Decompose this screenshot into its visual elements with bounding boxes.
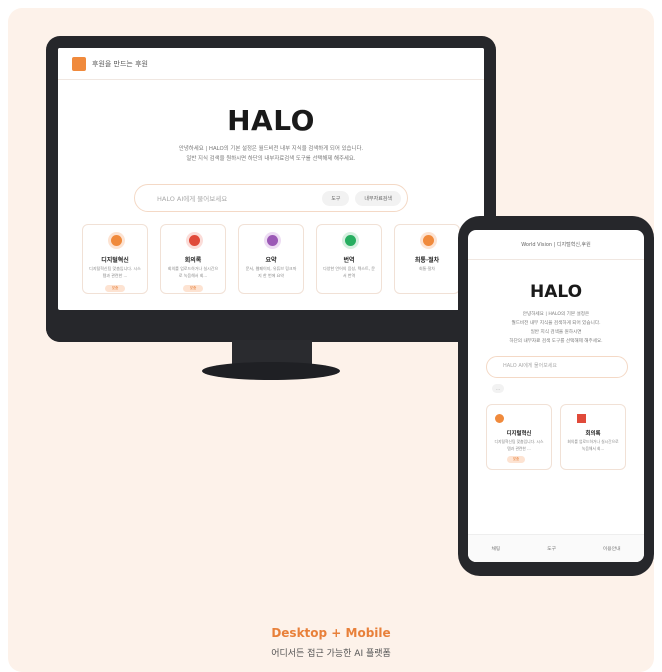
page-title: HALO bbox=[227, 104, 315, 137]
mobile-page-title: HALO bbox=[529, 282, 583, 302]
translation-icon bbox=[345, 235, 356, 246]
search-placeholder: HALO AI에게 물어보세요 bbox=[157, 195, 228, 203]
card-procedures[interactable]: 최통·절차 회통·절차 bbox=[394, 224, 460, 294]
desktop-monitor: 후원을 만드는 후원 HALO 안녕하세요 | HALO의 기본 설정은 월드비… bbox=[46, 36, 496, 342]
card-desc: 디지털혁신팀 맞춤입니다. 시스템과 관련한 ... bbox=[494, 439, 544, 451]
card-desc: 회통·절차 bbox=[419, 266, 435, 271]
mobile-card-meeting-notes[interactable]: 회의록 회의를 업로드하거나 실시간으로 녹음해서 회... bbox=[560, 404, 626, 470]
brand-name: 후원을 만드는 후원 bbox=[92, 59, 148, 68]
nav-chat[interactable]: 채팅 bbox=[491, 545, 500, 552]
nav-guide[interactable]: 이용안내 bbox=[603, 545, 621, 552]
nav-tools[interactable]: 도구 bbox=[547, 545, 556, 552]
search-input[interactable]: HALO AI에게 물어보세요 도구 내부자료검색 bbox=[134, 184, 408, 212]
mobile-intro-line-3: 일반 지식 검색을 원하시면 bbox=[530, 330, 582, 335]
card-desc: 문서, 웹페이지, 유튜브 링크까지 한 번에 요약 bbox=[245, 266, 297, 278]
card-desc: 회의를 업로드하거나 실시간으로 녹음해서 회... bbox=[567, 439, 619, 451]
summary-icon bbox=[267, 235, 278, 246]
mobile-search-input[interactable]: HALO AI에게 물어보세요 bbox=[486, 356, 628, 378]
desktop-header: 후원을 만드는 후원 bbox=[58, 48, 484, 80]
digital-innovation-icon bbox=[111, 235, 122, 246]
card-title: 회의록 bbox=[585, 431, 601, 437]
card-title: 디지털혁신 bbox=[506, 431, 532, 437]
card-badge: 맞춤 bbox=[507, 456, 525, 463]
showcase-title: Desktop + Mobile bbox=[271, 626, 391, 640]
card-badge: 맞춤 bbox=[105, 285, 125, 292]
card-title: 최통·절차 bbox=[414, 257, 440, 264]
mobile-more-button[interactable]: ... bbox=[492, 384, 504, 393]
monitor-stand-neck bbox=[232, 340, 312, 364]
digital-innovation-icon bbox=[495, 414, 504, 423]
card-desc: 디지털혁신팀 맞춤입니다. 시스템과 관련한 ... bbox=[89, 266, 141, 278]
card-title: 회의록 bbox=[184, 257, 202, 264]
meeting-notes-icon bbox=[189, 235, 200, 246]
card-desc: 다양한 언어의 음성, 텍스트, 문서 번역 bbox=[323, 266, 375, 278]
tool-button[interactable]: 도구 bbox=[322, 190, 350, 206]
mobile-bottom-nav: 채팅 도구 이용안내 bbox=[468, 534, 644, 562]
mobile-intro-line-4: 하단의 내부자료 검색 도구를 선택해제 해주세요. bbox=[509, 339, 603, 344]
procedures-icon bbox=[423, 235, 434, 246]
showcase-subtitle: 어디서든 접근 가능한 AI 플랫폼 bbox=[271, 649, 391, 659]
mobile-feature-cards: 디지털혁신 디지털혁신팀 맞춤입니다. 시스템과 관련한 ... 맞춤 회의록 … bbox=[486, 404, 634, 470]
mobile-intro-line-2: 월드비전 내부 지식을 검색하게 되어 있습니다. bbox=[511, 321, 601, 326]
card-title: 디지털혁신 bbox=[101, 257, 129, 264]
mobile-card-digital-innovation[interactable]: 디지털혁신 디지털혁신팀 맞춤입니다. 시스템과 관련한 ... 맞춤 bbox=[486, 404, 552, 470]
card-title: 요약 bbox=[265, 257, 277, 264]
meeting-notes-icon bbox=[577, 414, 586, 423]
card-desc: 회의를 업로드하거나 실시간으로 녹음해서 회... bbox=[167, 266, 219, 278]
desktop-screen: 후원을 만드는 후원 HALO 안녕하세요 | HALO의 기본 설정은 월드비… bbox=[58, 48, 484, 310]
card-title: 번역 bbox=[343, 257, 355, 264]
card-meeting-notes[interactable]: 회의록 회의를 업로드하거나 실시간으로 녹음해서 회... 맞춤 bbox=[160, 224, 226, 294]
intro-text: 안녕하세요 | HALO의 기본 설정은 월드비전 내부 지식을 검색하게 되어… bbox=[58, 144, 484, 164]
monitor-chin bbox=[46, 314, 496, 342]
card-translation[interactable]: 번역 다양한 언어의 음성, 텍스트, 문서 번역 bbox=[316, 224, 382, 294]
card-summary[interactable]: 요약 문서, 웹페이지, 유튜브 링크까지 한 번에 요약 bbox=[238, 224, 304, 294]
mobile-phone: World Vision | 디지털혁신,후원 HALO 안녕하세요 | HAL… bbox=[458, 216, 654, 576]
monitor-stand-base bbox=[202, 362, 340, 380]
feature-cards: 디지털혁신 디지털혁신팀 맞춤입니다. 시스템과 관련한 ... 맞춤 회의록 … bbox=[82, 224, 472, 294]
internal-search-toggle[interactable]: 내부자료검색 bbox=[355, 190, 401, 206]
intro-line-1: 안녕하세요 | HALO의 기본 설정은 월드비전 내부 지식을 검색하게 되어… bbox=[178, 146, 364, 152]
mobile-screen: World Vision | 디지털혁신,후원 HALO 안녕하세요 | HAL… bbox=[468, 230, 644, 562]
card-digital-innovation[interactable]: 디지털혁신 디지털혁신팀 맞춤입니다. 시스템과 관련한 ... 맞춤 bbox=[82, 224, 148, 294]
mobile-header: World Vision | 디지털혁신,후원 bbox=[468, 230, 644, 260]
mobile-intro-text: 안녕하세요 | HALO의 기본 설정은 월드비전 내부 지식을 검색하게 되어… bbox=[468, 310, 644, 346]
mobile-intro-line-1: 안녕하세요 | HALO의 기본 설정은 bbox=[522, 312, 590, 317]
logo-icon[interactable] bbox=[72, 56, 86, 71]
intro-line-2: 일반 지식 검색을 원하시면 하단의 내부자료검색 도구를 선택해제 해주세요. bbox=[186, 156, 356, 162]
card-badge: 맞춤 bbox=[183, 285, 203, 292]
